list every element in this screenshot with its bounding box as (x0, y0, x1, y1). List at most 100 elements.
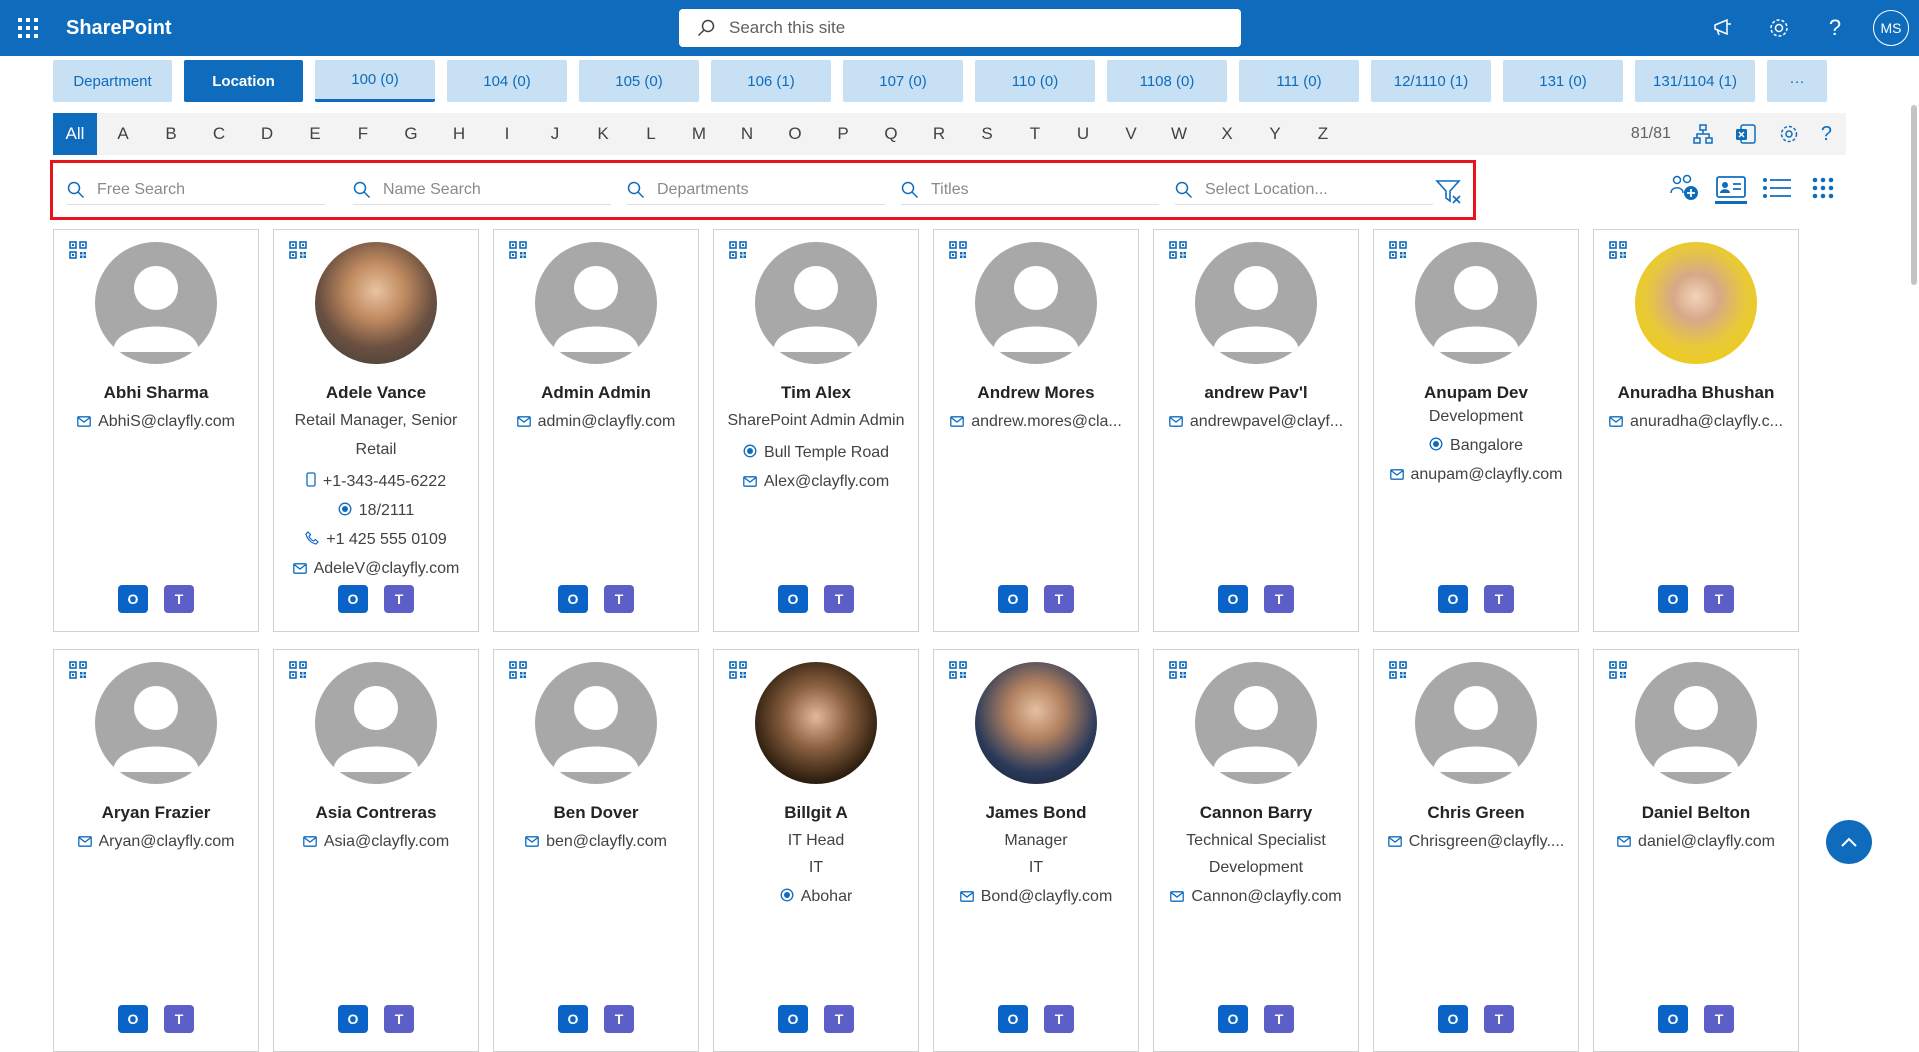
person-name[interactable]: Daniel Belton (1642, 802, 1751, 824)
tab-location-104[interactable]: 104 (0) (447, 60, 567, 102)
teams-icon[interactable]: T (384, 1005, 414, 1033)
site-search-box[interactable]: Search this site (679, 9, 1241, 47)
clear-filter-icon[interactable] (1435, 179, 1463, 205)
person-detail-line[interactable]: andrew.mores@cla... (950, 411, 1122, 433)
person-card[interactable]: Ben Dover ben@clayfly.com O T (493, 649, 699, 1052)
tabs-more-button[interactable]: ··· (1767, 60, 1827, 102)
qr-code-icon[interactable] (1389, 241, 1407, 259)
teams-icon[interactable]: T (384, 585, 414, 613)
person-name[interactable]: Anupam Dev (1424, 382, 1528, 404)
person-card[interactable]: Andrew Mores andrew.mores@cla... O T (933, 229, 1139, 632)
letter-e[interactable]: E (291, 124, 339, 144)
tab-location-100[interactable]: 100 (0) (315, 60, 435, 102)
person-detail-line[interactable]: Alex@clayfly.com (742, 471, 889, 493)
tab-location-106[interactable]: 106 (1) (711, 60, 831, 102)
letter-i[interactable]: I (483, 124, 531, 144)
letter-g[interactable]: G (387, 124, 435, 144)
profile-photo-placeholder[interactable] (1635, 662, 1757, 784)
person-detail-line[interactable]: andrewpavel@clayf... (1169, 411, 1343, 433)
qr-code-icon[interactable] (729, 241, 747, 259)
letter-k[interactable]: K (579, 124, 627, 144)
tab-location-107[interactable]: 107 (0) (843, 60, 963, 102)
help-icon[interactable]: ? (1821, 123, 1832, 146)
profile-photo-placeholder[interactable] (755, 242, 877, 364)
scroll-to-top-button[interactable] (1826, 820, 1872, 864)
profile-photo-placeholder[interactable] (1415, 662, 1537, 784)
profile-photo-placeholder[interactable] (1415, 242, 1537, 364)
teams-icon[interactable]: T (1264, 1005, 1294, 1033)
qr-code-icon[interactable] (69, 241, 87, 259)
teams-icon[interactable]: T (1044, 1005, 1074, 1033)
outlook-icon[interactable]: O (118, 1005, 148, 1033)
qr-code-icon[interactable] (1169, 241, 1187, 259)
profile-photo-placeholder[interactable] (535, 662, 657, 784)
letter-m[interactable]: M (675, 124, 723, 144)
name-search-input[interactable]: Name Search (353, 175, 611, 205)
megaphone-icon[interactable] (1695, 0, 1751, 56)
qr-code-icon[interactable] (289, 661, 307, 679)
user-avatar[interactable]: MS (1873, 10, 1909, 46)
add-people-icon[interactable] (1669, 172, 1701, 204)
profile-photo[interactable] (755, 662, 877, 784)
profile-photo[interactable] (975, 662, 1097, 784)
qr-code-icon[interactable] (509, 241, 527, 259)
letter-a[interactable]: A (99, 124, 147, 144)
person-card[interactable]: Tim Alex SharePoint Admin Admin Bull Temp… (713, 229, 919, 632)
person-name[interactable]: Admin Admin (541, 382, 651, 404)
qr-code-icon[interactable] (729, 661, 747, 679)
letter-u[interactable]: U (1059, 124, 1107, 144)
person-card[interactable]: Adele Vance Retail Manager, Senior Retai… (273, 229, 479, 632)
teams-icon[interactable]: T (824, 1005, 854, 1033)
titles-input[interactable]: Titles (901, 175, 1159, 205)
profile-photo-placeholder[interactable] (975, 242, 1097, 364)
profile-photo[interactable] (1635, 242, 1757, 364)
departments-input[interactable]: Departments (627, 175, 885, 205)
person-name[interactable]: Aryan Frazier (102, 802, 211, 824)
qr-code-icon[interactable] (289, 241, 307, 259)
profile-photo-placeholder[interactable] (1195, 662, 1317, 784)
settings-gear-icon[interactable] (1751, 0, 1807, 56)
help-icon[interactable]: ? (1807, 0, 1863, 56)
person-detail-line[interactable]: AdeleV@clayfly.com (292, 558, 459, 580)
letter-h[interactable]: H (435, 124, 483, 144)
person-detail-line[interactable]: ben@clayfly.com (525, 831, 667, 853)
person-detail-line[interactable]: anupam@clayfly.com (1389, 464, 1563, 486)
letter-t[interactable]: T (1011, 124, 1059, 144)
person-detail-line[interactable]: admin@clayfly.com (516, 411, 675, 433)
person-name[interactable]: Adele Vance (326, 382, 426, 404)
letter-w[interactable]: W (1155, 124, 1203, 144)
tab-location-131-1104[interactable]: 131/1104 (1) (1635, 60, 1755, 102)
letter-x[interactable]: X (1203, 124, 1251, 144)
teams-icon[interactable]: T (1484, 1005, 1514, 1033)
person-detail-line[interactable]: Cannon@clayfly.com (1170, 886, 1342, 908)
person-card[interactable]: andrew Pav'l andrewpavel@clayf... O T (1153, 229, 1359, 632)
letter-j[interactable]: J (531, 124, 579, 144)
tab-location-1108[interactable]: 1108 (0) (1107, 60, 1227, 102)
outlook-icon[interactable]: O (1658, 585, 1688, 613)
outlook-icon[interactable]: O (338, 585, 368, 613)
page-scrollbar[interactable] (1911, 105, 1917, 285)
person-detail-line[interactable]: AbhiS@clayfly.com (77, 411, 235, 433)
person-name[interactable]: Tim Alex (781, 382, 851, 404)
letter-c[interactable]: C (195, 124, 243, 144)
letter-q[interactable]: Q (867, 124, 915, 144)
teams-icon[interactable]: T (1264, 585, 1294, 613)
outlook-icon[interactable]: O (118, 585, 148, 613)
org-chart-icon[interactable] (1693, 124, 1713, 144)
profile-photo[interactable] (315, 242, 437, 364)
letter-d[interactable]: D (243, 124, 291, 144)
profile-photo-placeholder[interactable] (95, 242, 217, 364)
letter-o[interactable]: O (771, 124, 819, 144)
teams-icon[interactable]: T (1704, 585, 1734, 613)
outlook-icon[interactable]: O (1438, 585, 1468, 613)
person-detail-line[interactable]: +1 425 555 0109 (305, 529, 447, 551)
teams-icon[interactable]: T (1704, 1005, 1734, 1033)
person-detail-line[interactable]: Asia@clayfly.com (302, 831, 449, 853)
person-name[interactable]: Chris Green (1427, 802, 1524, 824)
tab-location-105[interactable]: 105 (0) (579, 60, 699, 102)
profile-photo-placeholder[interactable] (315, 662, 437, 784)
outlook-icon[interactable]: O (558, 585, 588, 613)
outlook-icon[interactable]: O (778, 585, 808, 613)
person-name[interactable]: James Bond (985, 802, 1086, 824)
letter-s[interactable]: S (963, 124, 1011, 144)
